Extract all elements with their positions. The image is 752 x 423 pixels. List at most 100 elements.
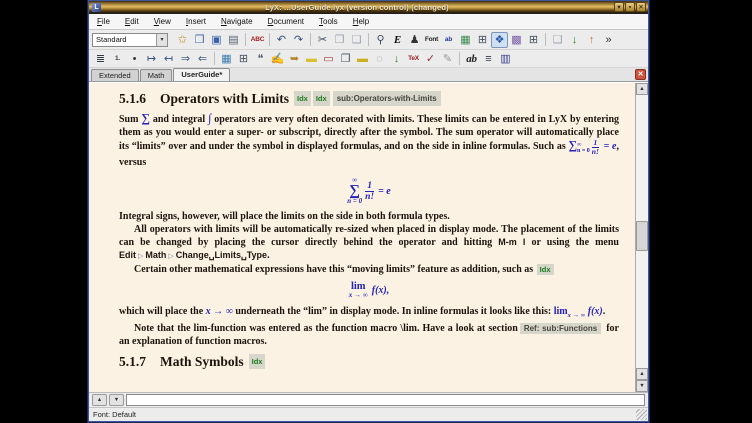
inline-math-operator[interactable]: ∑ xyxy=(141,111,150,125)
bullet-list-icon[interactable]: • xyxy=(126,51,143,67)
scroll-up-button[interactable]: ▲ xyxy=(636,83,648,95)
menu-document[interactable]: Document xyxy=(266,16,306,27)
close-view-button[interactable]: ✕ xyxy=(635,69,646,80)
minimize-button[interactable]: ▾ xyxy=(614,2,624,12)
tab-math[interactable]: Math xyxy=(140,69,173,81)
undo-icon[interactable]: ↶ xyxy=(273,32,290,48)
menu-help[interactable]: Help xyxy=(351,16,371,27)
section-heading[interactable]: 5.1.7 Math Symbols Idx xyxy=(119,354,619,369)
underline-font-icon[interactable]: ab xyxy=(440,32,457,48)
toolbar-overflow-icon[interactable]: » xyxy=(600,32,617,48)
math-panel-icon[interactable]: ❖ xyxy=(491,32,508,48)
decrease-depth-icon[interactable]: ↤ xyxy=(160,51,177,67)
insert-margin-note-icon[interactable]: ✍ xyxy=(269,51,286,67)
section-insets[interactable]: IdxIdxsub:Operators-with-Limits xyxy=(293,91,443,106)
insert-label-icon[interactable]: ▬ xyxy=(354,51,371,67)
table-layout-icon[interactable]: ⊞ xyxy=(525,32,542,48)
check-word-icon[interactable]: ✓ xyxy=(422,51,439,67)
vc-check-out-icon[interactable]: ↑ xyxy=(583,32,600,48)
section-heading[interactable]: 5.1.6 Operators with Limits IdxIdxsub:Op… xyxy=(119,91,619,106)
insert-table-icon[interactable]: ⊞ xyxy=(474,32,491,48)
index-inset-button[interactable]: Idx xyxy=(249,354,266,369)
vertical-scrollbar[interactable]: ▲ ▲ ▼ xyxy=(635,83,648,392)
font-dialog-icon[interactable]: Font xyxy=(423,32,440,48)
paragraph-style-combo[interactable]: Standard ▾ xyxy=(92,33,168,47)
document-canvas[interactable]: 5.1.6 Operators with Limits IdxIdxsub:Op… xyxy=(89,83,635,392)
scroll-down-button[interactable]: ▼ xyxy=(636,380,648,392)
paragraph[interactable]: Integral signs, however, will place the … xyxy=(119,210,619,223)
index-inset-button[interactable]: Idx xyxy=(294,91,311,106)
insert-note-icon[interactable]: ▬ xyxy=(303,51,320,67)
history-up-button[interactable]: ▲ xyxy=(92,394,107,406)
menu-navigate[interactable]: Navigate xyxy=(219,16,255,27)
vc-check-in-icon[interactable]: ↓ xyxy=(566,32,583,48)
scrollbar-track[interactable] xyxy=(636,95,648,368)
menu-tools[interactable]: Tools xyxy=(317,16,340,27)
spellcheck-icon[interactable]: ABC xyxy=(249,32,266,48)
label-inset-button[interactable]: Ref: sub:Functions xyxy=(520,323,601,334)
display-formula-lim[interactable]: lim x → ∞ f(x), xyxy=(119,281,619,300)
math-scripts[interactable]: ∞n = 0 xyxy=(577,142,590,155)
close-button[interactable]: ✕ xyxy=(636,2,646,12)
inline-math[interactable]: x → ∞ xyxy=(206,306,233,317)
paragraph[interactable]: Certain other mathematical expressions h… xyxy=(119,263,619,276)
insert-box-icon[interactable]: ▭ xyxy=(320,51,337,67)
paste-icon[interactable]: ❏ xyxy=(348,32,365,48)
open-document-icon[interactable]: ❒ xyxy=(191,32,208,48)
tab-userguide[interactable]: UserGuide* xyxy=(173,68,230,81)
paragraph[interactable]: which will place the x → ∞ underneath th… xyxy=(119,305,619,322)
table-settings-icon[interactable]: ▩ xyxy=(508,32,525,48)
scrollbar-thumb[interactable] xyxy=(636,221,648,251)
emphasis-icon[interactable]: E xyxy=(389,32,406,48)
command-buffer-input[interactable] xyxy=(126,394,645,406)
noun-icon[interactable]: ♟ xyxy=(406,32,423,48)
paragraph[interactable]: Sum ∑ and integral ∫ operators are very … xyxy=(119,112,619,169)
inline-math-operator[interactable]: ∑ xyxy=(568,138,577,152)
paragraph[interactable]: All operators with limits will be automa… xyxy=(119,223,619,263)
insert-graphics-icon[interactable]: ▦ xyxy=(457,32,474,48)
resize-grip[interactable] xyxy=(636,409,647,420)
insert-table-float-icon[interactable]: ⊞ xyxy=(235,51,252,67)
scroll-up-button-bottom[interactable]: ▲ xyxy=(636,368,648,380)
index-inset-button[interactable]: Idx xyxy=(537,264,554,275)
find-replace-icon[interactable]: ⚲ xyxy=(372,32,389,48)
export-document-icon[interactable]: ❑ xyxy=(549,32,566,48)
shift-right-icon[interactable]: ⇒ xyxy=(177,51,194,67)
math-subscript[interactable]: x → ∞ xyxy=(568,312,586,319)
insert-tex-icon[interactable]: TeX xyxy=(405,51,422,67)
menu-insert[interactable]: Insert xyxy=(184,16,208,27)
font-style-icon[interactable]: ab xyxy=(463,51,480,67)
redo-icon[interactable]: ↷ xyxy=(290,32,307,48)
tab-extended[interactable]: Extended xyxy=(91,69,139,81)
index-inset-button[interactable]: Idx xyxy=(313,91,330,106)
menu-file[interactable]: File xyxy=(95,16,112,27)
copy-icon[interactable]: ❐ xyxy=(331,32,348,48)
insert-figure-icon[interactable]: ▦ xyxy=(218,51,235,67)
chevron-down-icon[interactable]: ▾ xyxy=(156,34,167,46)
display-formula-sum[interactable]: ∞ ∑ n = 0 1 n! = e xyxy=(119,174,619,205)
include-file-icon[interactable]: ↓ xyxy=(388,51,405,67)
insert-footnote-icon[interactable]: ❝ xyxy=(252,51,269,67)
section-insets[interactable]: Idx xyxy=(248,354,267,369)
inline-math[interactable]: lim xyxy=(554,306,568,317)
cut-icon[interactable]: ✂ xyxy=(314,32,331,48)
inline-math[interactable]: f(x) xyxy=(585,306,603,317)
numbered-list-icon[interactable]: 1. xyxy=(109,51,126,67)
shift-left-icon[interactable]: ⇐ xyxy=(194,51,211,67)
menu-view[interactable]: View xyxy=(152,16,173,27)
line-spacing-icon[interactable]: ≡ xyxy=(480,51,497,67)
title-bar[interactable]: L LyX: ...UserGuide.lyx (version control… xyxy=(89,1,648,14)
open-book-icon[interactable]: ▥ xyxy=(497,51,514,67)
print-icon[interactable]: ▤ xyxy=(225,32,242,48)
increase-depth-icon[interactable]: ↦ xyxy=(143,51,160,67)
thesaurus-icon[interactable]: ✎ xyxy=(439,51,456,67)
justify-icon[interactable]: ≣ xyxy=(92,51,109,67)
maximize-button[interactable]: ▪ xyxy=(625,2,635,12)
selection-box-icon[interactable]: ◌ xyxy=(371,51,388,67)
save-icon[interactable]: ▣ xyxy=(208,32,225,48)
menu-edit[interactable]: Edit xyxy=(123,16,141,27)
minipage-icon[interactable]: ❐ xyxy=(337,51,354,67)
inline-math[interactable]: = e xyxy=(601,141,617,152)
new-document-icon[interactable]: ✩ xyxy=(174,32,191,48)
inline-fraction[interactable]: 1n! xyxy=(592,139,599,156)
